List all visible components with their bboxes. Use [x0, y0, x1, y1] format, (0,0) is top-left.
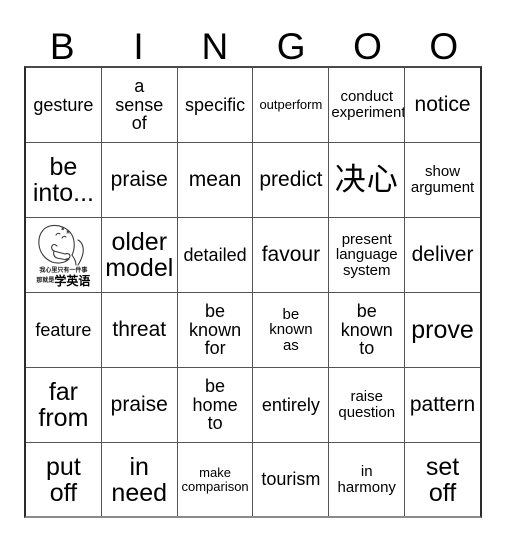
bingo-cell[interactable]: conduct experiment [329, 68, 406, 142]
bingo-grid: gesture a sense of specific outperform conduct… [24, 66, 482, 518]
bingo-row: be into... praise mean predict 决心 show argument [26, 143, 480, 218]
bingo-cell[interactable]: praise [102, 143, 178, 217]
bingo-cell-label: a sense of [115, 75, 164, 134]
bingo-cell[interactable]: pattern [405, 368, 480, 442]
bingo-cell[interactable]: threat [102, 293, 178, 367]
bingo-cell-label: outperform [259, 97, 323, 113]
bingo-cell[interactable]: set off [405, 443, 480, 516]
bingo-cell[interactable]: raise question [329, 368, 406, 442]
bingo-cell[interactable]: 决心 [329, 143, 406, 217]
bingo-cell-label: specific [185, 94, 246, 115]
bingo-cell-label: predict [259, 168, 323, 192]
bingo-cell-label: prove [411, 316, 474, 344]
bingo-cell-label: present language system [335, 230, 398, 279]
bingo-cell[interactable]: mean [178, 143, 254, 217]
bingo-header-letter: O [429, 26, 459, 67]
bingo-cell-label: make comparison [181, 464, 249, 494]
bingo-header-letter: I [133, 26, 144, 67]
bingo-cell[interactable]: specific [178, 68, 254, 142]
bingo-row: gesture a sense of specific outperform conduct… [26, 68, 480, 143]
bingo-cell[interactable]: detailed [178, 218, 254, 292]
bingo-cell[interactable]: predict [253, 143, 330, 217]
bingo-cell-label: tourism [261, 469, 321, 490]
bingo-cell[interactable]: tourism [253, 443, 330, 517]
bingo-cell[interactable]: show argument [405, 143, 480, 217]
bingo-cell-label: praise [110, 168, 168, 192]
bingo-card: B I N G O O gesture a sense of specific outperform… [0, 0, 506, 544]
bingo-cell-label: be into... [32, 153, 94, 207]
bingo-cell-label: favour [261, 243, 321, 267]
bingo-cell[interactable]: 我心里只有一件事 那就是学英语 [26, 218, 102, 292]
bingo-cell[interactable]: make comparison [178, 443, 254, 517]
bingo-cell[interactable]: be known to [329, 293, 406, 367]
bingo-cell-label: entirely [261, 394, 320, 415]
bingo-cell[interactable]: a sense of [102, 68, 178, 142]
bingo-row: feature threat be known for be known as be known t… [26, 293, 480, 368]
bingo-cell[interactable]: prove [405, 293, 480, 367]
bingo-cell-label: praise [110, 393, 168, 417]
bingo-cell-label: conduct experiment [331, 88, 406, 121]
bingo-cell-label: be known to [340, 300, 393, 359]
bingo-cell[interactable]: far from [26, 368, 102, 442]
bingo-cell[interactable]: deliver [405, 218, 480, 292]
bingo-cell-label: in need [111, 452, 168, 507]
bingo-row: far from praise be home to entirely raise questi… [26, 368, 480, 443]
bingo-cell[interactable]: older model [102, 218, 178, 292]
bingo-cell-label: put off [46, 452, 81, 507]
bingo-header-letter: B [49, 26, 75, 67]
meme-caption-line2-big: 学英语 [54, 274, 91, 288]
bingo-row: 我心里只有一件事 那就是学英语 older model detailed favour pr… [26, 218, 480, 293]
bingo-cell-label: show argument [410, 163, 475, 196]
bingo-cell[interactable]: gesture [26, 68, 102, 142]
meme-caption-line2: 那就是学英语 [26, 274, 100, 287]
bingo-header-letter: G [276, 26, 306, 67]
bingo-cell-label: in harmony [337, 462, 396, 496]
bingo-cell[interactable]: outperform [253, 68, 330, 142]
bingo-cell[interactable]: be known as [253, 293, 330, 367]
bingo-cell[interactable]: in need [102, 443, 178, 517]
bingo-cell-label: mean [188, 168, 242, 192]
bingo-cell-label: deliver [411, 243, 474, 267]
bingo-cell[interactable]: praise [102, 368, 178, 442]
bingo-cell[interactable]: in harmony [329, 443, 406, 517]
bingo-cell[interactable]: favour [253, 218, 330, 292]
bingo-header-letter: N [201, 26, 229, 67]
bingo-cell[interactable]: present language system [329, 218, 406, 292]
bingo-cell-label: be home to [192, 375, 238, 434]
bingo-cell-label: older model [105, 228, 174, 282]
bingo-cell-label: threat [112, 318, 167, 342]
bingo-cell-label: pattern [409, 393, 476, 417]
bingo-row: put off in need make comparison tourism in harmo… [26, 443, 480, 517]
bingo-cell-label: be known as [269, 305, 313, 354]
bingo-cell-label: feature [35, 319, 92, 340]
bingo-cell[interactable]: be home to [178, 368, 254, 442]
meme-caption: 我心里只有一件事 那就是学英语 [26, 267, 100, 287]
bingo-cell-label: detailed [183, 244, 247, 265]
bingo-cell[interactable]: be into... [26, 143, 102, 217]
bingo-cell[interactable]: entirely [253, 368, 330, 442]
bingo-cell-label: notice [414, 93, 471, 117]
bingo-cell-label: 决心 [334, 161, 399, 197]
bingo-cell[interactable]: be known for [178, 293, 254, 367]
bingo-cell-label: gesture [33, 94, 94, 115]
bingo-cell-label: be known for [189, 300, 242, 359]
bingo-header-letter: O [353, 26, 382, 67]
bingo-cell[interactable]: feature [26, 293, 102, 367]
bingo-cell-label: set off [425, 452, 460, 507]
bingo-cell-label: far from [38, 378, 89, 432]
study-english-meme: 我心里只有一件事 那就是学英语 [26, 222, 101, 288]
meme-caption-line1: 我心里只有一件事 [39, 267, 88, 274]
bingo-header: BINGOO [24, 14, 482, 66]
bingo-cell[interactable]: put off [26, 443, 102, 517]
bingo-cell[interactable]: notice [405, 68, 480, 142]
meme-caption-line2-small: 那就是 [36, 277, 55, 284]
bingo-cell-label: raise question [338, 388, 396, 421]
